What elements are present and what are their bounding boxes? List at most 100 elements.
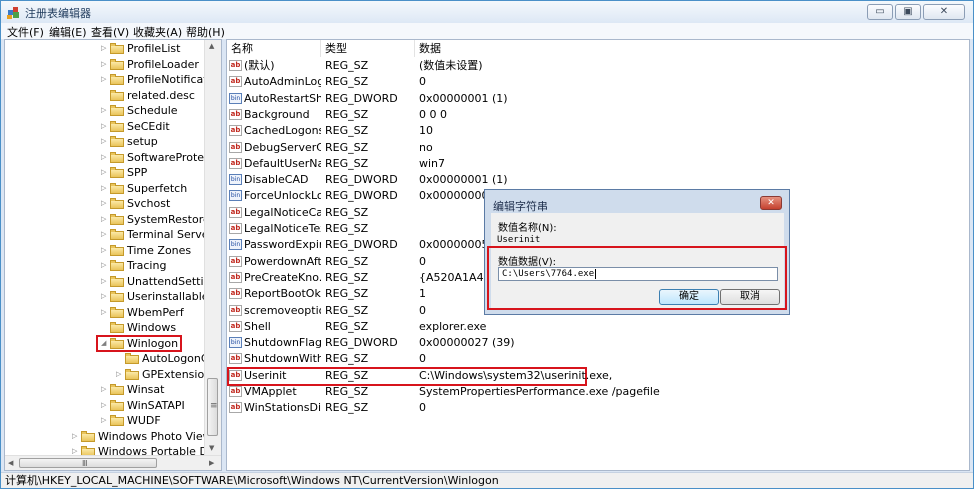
close-window-button[interactable]: ✕ (923, 4, 965, 20)
folder-icon (110, 415, 124, 426)
tree-item[interactable]: ▷ SeCEdit (101, 119, 170, 134)
tree-item[interactable]: Windows (101, 320, 176, 335)
expand-arrow-icon[interactable]: ▷ (101, 72, 109, 87)
value-type: REG_DWORD (325, 173, 398, 187)
expand-arrow-icon[interactable]: ▷ (101, 119, 109, 134)
restore-button[interactable]: ▣ (895, 4, 921, 20)
value-row[interactable]: ab VMApplet REG_SZ SystemPropertiesPerforma… (227, 384, 969, 400)
expand-arrow-icon[interactable]: ▷ (101, 382, 109, 397)
scroll-up-icon[interactable]: ▲ (209, 42, 214, 50)
tree-item[interactable]: ▷ Svchost (101, 196, 170, 211)
tree-item[interactable]: ▷ setup (101, 134, 158, 149)
expand-arrow-icon[interactable]: ▷ (101, 57, 109, 72)
folder-icon (110, 307, 124, 318)
expand-arrow-icon[interactable]: ▷ (101, 413, 109, 428)
cancel-button[interactable]: 取消 (720, 289, 780, 305)
value-row[interactable]: ab Shell REG_SZ explorer.exe (227, 319, 969, 335)
tree-item[interactable]: ▷ WbemPerf (101, 305, 184, 320)
menu-file[interactable]: 文件(F) (7, 24, 44, 40)
collapse-arrow-icon[interactable]: ◢ (101, 336, 109, 351)
title-bar[interactable]: 注册表编辑器 ▭ ▣ ✕ (1, 1, 973, 23)
tree-item[interactable]: related.desc (101, 88, 195, 103)
menu-view[interactable]: 查看(V) (91, 24, 129, 40)
scroll-right-icon[interactable]: ▶ (209, 459, 214, 467)
folder-icon (110, 291, 124, 302)
dialog-close-button[interactable]: ✕ (760, 196, 782, 210)
tree-item[interactable]: ▷ Winsat (101, 382, 164, 397)
expand-arrow-icon[interactable]: ▷ (101, 398, 109, 413)
value-row[interactable]: ab Userinit REG_SZ C:\Windows\system32\user… (227, 368, 969, 384)
window-title: 注册表编辑器 (25, 7, 91, 20)
value-row[interactable]: abDebugServerC... REG_SZ no (227, 140, 969, 156)
status-bar-path: 计算机\HKEY_LOCAL_MACHINE\SOFTWARE\Microsof… (1, 472, 973, 488)
expand-arrow-icon[interactable]: ▷ (101, 289, 109, 304)
column-header-type[interactable]: 类型 (321, 40, 415, 57)
tree-vertical-scroll-thumb[interactable]: ≡ (207, 378, 218, 436)
registry-key-tree[interactable]: ▷ Windows Portable Devic ▷ Windows Photo Vi… (4, 39, 222, 471)
expand-arrow-icon[interactable]: ▷ (101, 103, 109, 118)
tree-item[interactable]: ▷ WUDF (101, 413, 161, 428)
tree-item[interactable]: ▷ Superfetch (101, 181, 187, 196)
expand-arrow-icon[interactable]: ▷ (72, 429, 80, 444)
menu-favorites[interactable]: 收藏夹(A) (133, 24, 182, 40)
tree-item-label: related.desc (127, 89, 195, 102)
value-name: LegalNoticeText (244, 222, 321, 235)
value-row[interactable]: abShutdownWith... REG_SZ 0 (227, 351, 969, 367)
expand-arrow-icon[interactable]: ▷ (101, 274, 109, 289)
tree-item[interactable]: ▷ GPExtensions (116, 367, 217, 382)
tree-horizontal-scroll-thumb[interactable]: Ⅲ (19, 458, 157, 468)
expand-arrow-icon[interactable]: ▷ (101, 134, 109, 149)
value-type: REG_DWORD (325, 189, 398, 203)
tree-item[interactable]: ◢ Winlogon (101, 336, 178, 351)
minimize-button[interactable]: ▭ (867, 4, 893, 20)
value-row[interactable]: abDefaultUserNa... REG_SZ win7 (227, 156, 969, 172)
expand-arrow-icon[interactable]: ▷ (101, 305, 109, 320)
expand-arrow-icon[interactable]: ▷ (101, 243, 109, 258)
expand-arrow-icon[interactable]: ▷ (101, 165, 109, 180)
expand-arrow-icon[interactable]: ▷ (101, 212, 109, 227)
scroll-down-icon[interactable]: ▼ (209, 444, 214, 452)
expand-arrow-icon[interactable]: ▷ (101, 258, 109, 273)
tree-item[interactable]: ▷ ProfileLoader (101, 57, 199, 72)
value-row[interactable]: bin ShutdownFlags REG_DWORD 0x00000027 (39) (227, 335, 969, 351)
tree-item[interactable]: ▷ ProfileList (101, 41, 180, 56)
value-type: REG_SZ (325, 352, 369, 366)
tree-item[interactable]: ▷ Tracing (101, 258, 166, 273)
expand-arrow-icon[interactable]: ▷ (101, 41, 109, 56)
value-data-input[interactable]: C:\Users\7764.exe (498, 267, 778, 281)
tree-item[interactable]: ▷ Terminal Server (101, 227, 213, 242)
menu-help[interactable]: 帮助(H) (186, 24, 225, 40)
column-header-name[interactable]: 名称 (227, 40, 321, 57)
tree-item[interactable]: ▷ WinSATAPI (101, 398, 185, 413)
string-value-icon: ab (229, 386, 242, 397)
value-type: REG_SZ (325, 156, 369, 170)
value-row[interactable]: ab (默认) REG_SZ (数值未设置) (227, 58, 969, 74)
folder-icon (110, 276, 124, 287)
tree-item[interactable]: ▷ SPP (101, 165, 147, 180)
scroll-left-icon[interactable]: ◀ (8, 459, 13, 467)
expand-arrow-icon[interactable]: ▷ (101, 227, 109, 242)
value-row[interactable]: abWinStationsDis... REG_SZ 0 (227, 400, 969, 416)
ok-button[interactable]: 确定 (659, 289, 719, 305)
tree-item[interactable]: ▷ Time Zones (101, 243, 191, 258)
value-row[interactable]: binAutoRestartShell REG_DWORD 0x00000001 (… (227, 91, 969, 107)
value-row[interactable]: abCachedLogons... REG_SZ 10 (227, 123, 969, 139)
expand-arrow-icon[interactable]: ▷ (101, 181, 109, 196)
column-header-data[interactable]: 数据 (415, 40, 969, 57)
value-row[interactable]: ab Background REG_SZ 0 0 0 (227, 107, 969, 123)
menu-edit[interactable]: 编辑(E) (49, 24, 87, 40)
value-name: CachedLogons... (244, 124, 321, 138)
tree-item[interactable]: ▷ Schedule (101, 103, 178, 118)
tree-item[interactable]: ▷ Windows Photo Viewer (72, 429, 221, 444)
value-row[interactable]: bin DisableCAD REG_DWORD 0x00000001 (1) (227, 172, 969, 188)
expand-arrow-icon[interactable]: ▷ (101, 150, 109, 165)
value-type: REG_SZ (325, 205, 369, 219)
expand-arrow-icon[interactable]: ▷ (116, 367, 124, 382)
value-type: REG_SZ (325, 319, 369, 333)
tree-item[interactable]: ▷ SystemRestore (101, 212, 210, 227)
tree-vertical-scrollbar[interactable]: ▲ ≡ ▼ (204, 40, 221, 456)
expand-arrow-icon[interactable]: ▷ (101, 196, 109, 211)
value-name: PowerdownAft... (244, 254, 321, 268)
tree-horizontal-scrollbar[interactable]: ◀ Ⅲ ▶ (5, 455, 221, 470)
value-row[interactable]: abAutoAdminLog... REG_SZ 0 (227, 74, 969, 90)
